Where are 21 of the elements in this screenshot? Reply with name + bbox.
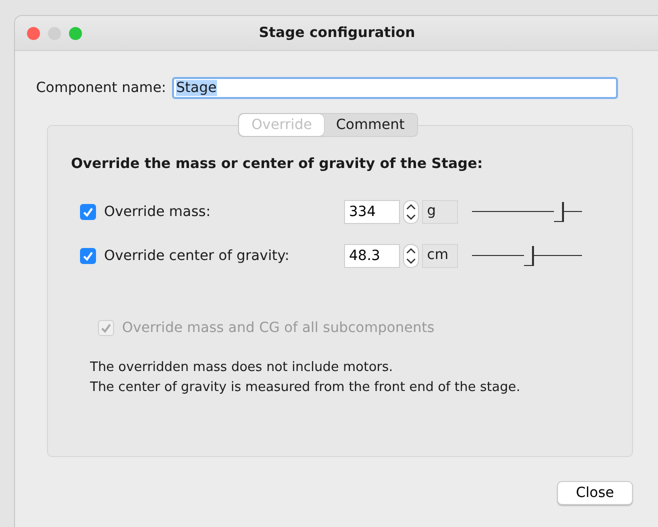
spinner-icon[interactable] (403, 200, 419, 224)
section-heading: Override the mass or center of gravity of the Stage: (71, 156, 484, 172)
number-field[interactable]: 48.3 (344, 244, 400, 268)
checkbox-label: Override center of gravity: (104, 248, 290, 264)
checkbox-label: Override mass: (104, 204, 212, 220)
window-title: Stage configuration (258, 25, 416, 41)
slider[interactable] (472, 200, 582, 224)
note-text: The center of gravity is measured from the front end of the stage. (90, 379, 522, 397)
spinner-icon[interactable] (403, 244, 419, 268)
tab[interactable]: Comment (324, 114, 417, 136)
note-text: The overridden mass does not include motors. (90, 359, 394, 377)
slider[interactable] (472, 244, 582, 268)
checkbox[interactable] (80, 248, 96, 264)
unit-selector[interactable]: g (422, 200, 458, 224)
checkbox[interactable] (80, 204, 96, 220)
close-button[interactable]: Close (556, 481, 633, 505)
unit-selector[interactable]: cm (422, 244, 458, 268)
field-label: Component name: (36, 80, 166, 96)
name-field[interactable]: Stage (172, 77, 618, 99)
number-field[interactable]: 334 (344, 200, 400, 224)
checkbox-label: Override mass and CG of all subcomponents (122, 320, 434, 336)
